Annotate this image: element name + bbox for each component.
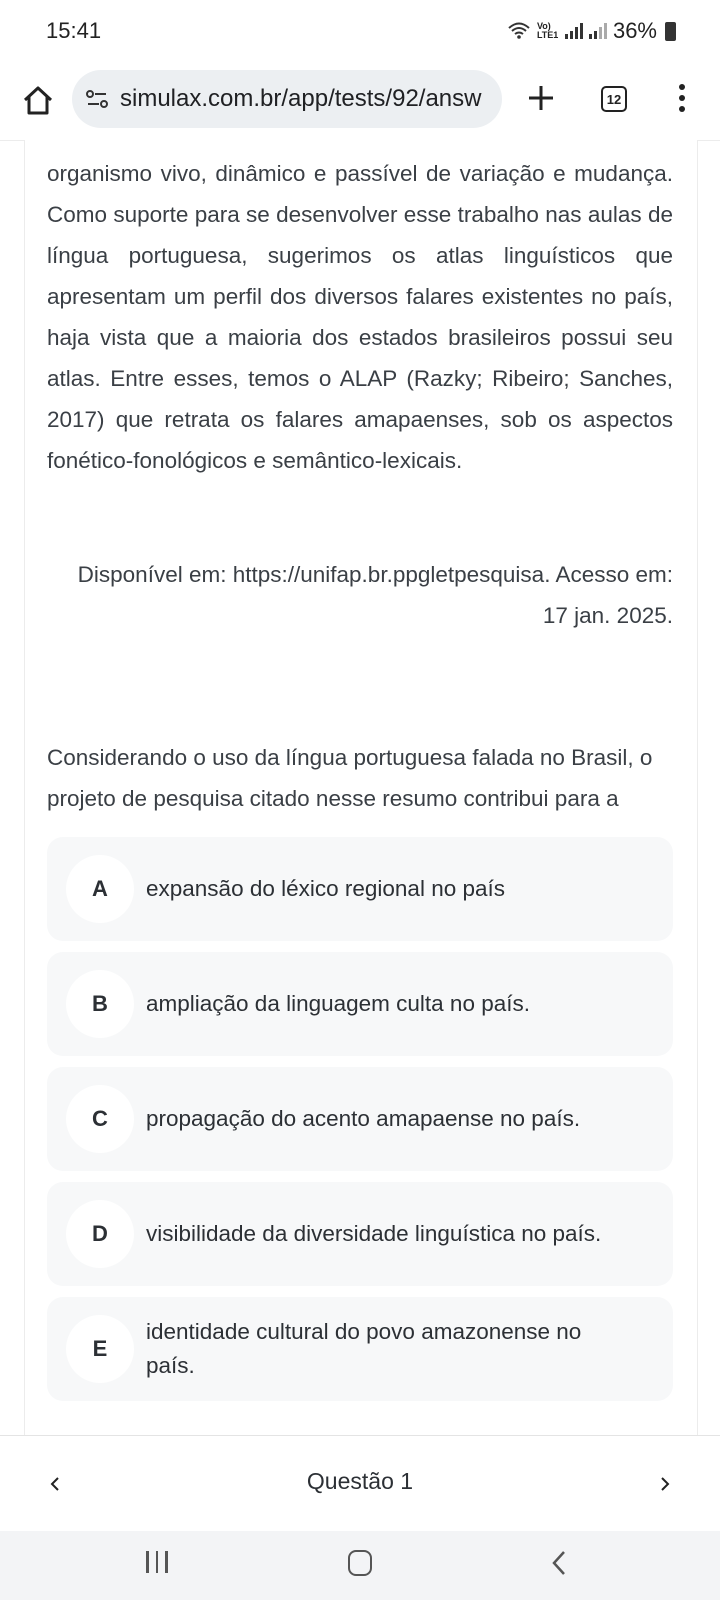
passage-citation: Disponível em: https://unifap.br.ppgletp… <box>77 562 673 628</box>
chevron-right-icon[interactable] <box>656 1468 676 1500</box>
more-menu-icon[interactable] <box>676 84 688 114</box>
address-bar[interactable]: simulax.com.br/app/tests/92/answ <box>72 70 502 128</box>
battery-icon <box>665 21 676 41</box>
option-letter: C <box>66 1085 134 1153</box>
option-b[interactable]: B ampliação da linguagem culta no país. <box>47 952 673 1056</box>
option-text: visibilidade da diversidade linguística … <box>146 1221 602 1246</box>
status-time: 15:41 <box>46 18 102 43</box>
option-letter: A <box>66 855 134 923</box>
url-text[interactable]: simulax.com.br/app/tests/92/answ <box>120 85 482 113</box>
option-d[interactable]: D visibilidade da diversidade linguístic… <box>47 1182 673 1286</box>
option-letter: E <box>66 1315 134 1383</box>
home-button-icon[interactable] <box>348 1550 372 1576</box>
new-tab-icon[interactable] <box>526 83 556 113</box>
signal-icon <box>564 23 583 39</box>
question-number-label: Questão 1 <box>306 1468 414 1494</box>
option-text: expansão do léxico regional no país <box>146 876 506 901</box>
passage-text: organismo vivo, dinâmico e passível de v… <box>47 161 673 473</box>
option-text: ampliação da linguagem culta no país. <box>146 991 530 1016</box>
tab-count: 12 <box>606 91 622 107</box>
tab-switcher-button[interactable]: 12 <box>601 86 627 112</box>
question-prompt: Considerando o uso da língua portuguesa … <box>47 745 653 811</box>
browser-toolbar: simulax.com.br/app/tests/92/answ 12 <box>0 62 720 141</box>
option-text: identidade cultural do povo amazonense n… <box>146 1319 582 1378</box>
option-a[interactable]: A expansão do léxico regional no país <box>47 837 673 941</box>
option-text: propagação do acento amapaense no país. <box>146 1106 581 1131</box>
system-navigation-bar <box>0 1531 720 1600</box>
battery-percent: 36% <box>612 18 657 43</box>
site-settings-icon[interactable] <box>84 86 110 112</box>
signal-icon-2 <box>588 23 607 39</box>
option-letter: D <box>66 1200 134 1268</box>
clipped-text-line <box>47 133 673 137</box>
chevron-left-icon[interactable] <box>44 1468 64 1500</box>
recents-icon[interactable] <box>146 1551 168 1573</box>
status-bar: 15:41 Vo) LTE1 36% <box>0 0 720 62</box>
option-c[interactable]: C propagação do acento amapaense no país… <box>47 1067 673 1171</box>
option-letter: B <box>66 970 134 1038</box>
question-navigation: Questão 1 <box>0 1435 720 1532</box>
option-e[interactable]: E identidade cultural do povo amazonense… <box>47 1297 673 1401</box>
status-icons: Vo) LTE1 36% <box>507 18 676 44</box>
wifi-icon <box>508 22 530 39</box>
home-icon[interactable] <box>20 82 56 118</box>
network-type-label: Vo) LTE1 <box>536 21 559 40</box>
back-icon[interactable] <box>551 1549 567 1577</box>
